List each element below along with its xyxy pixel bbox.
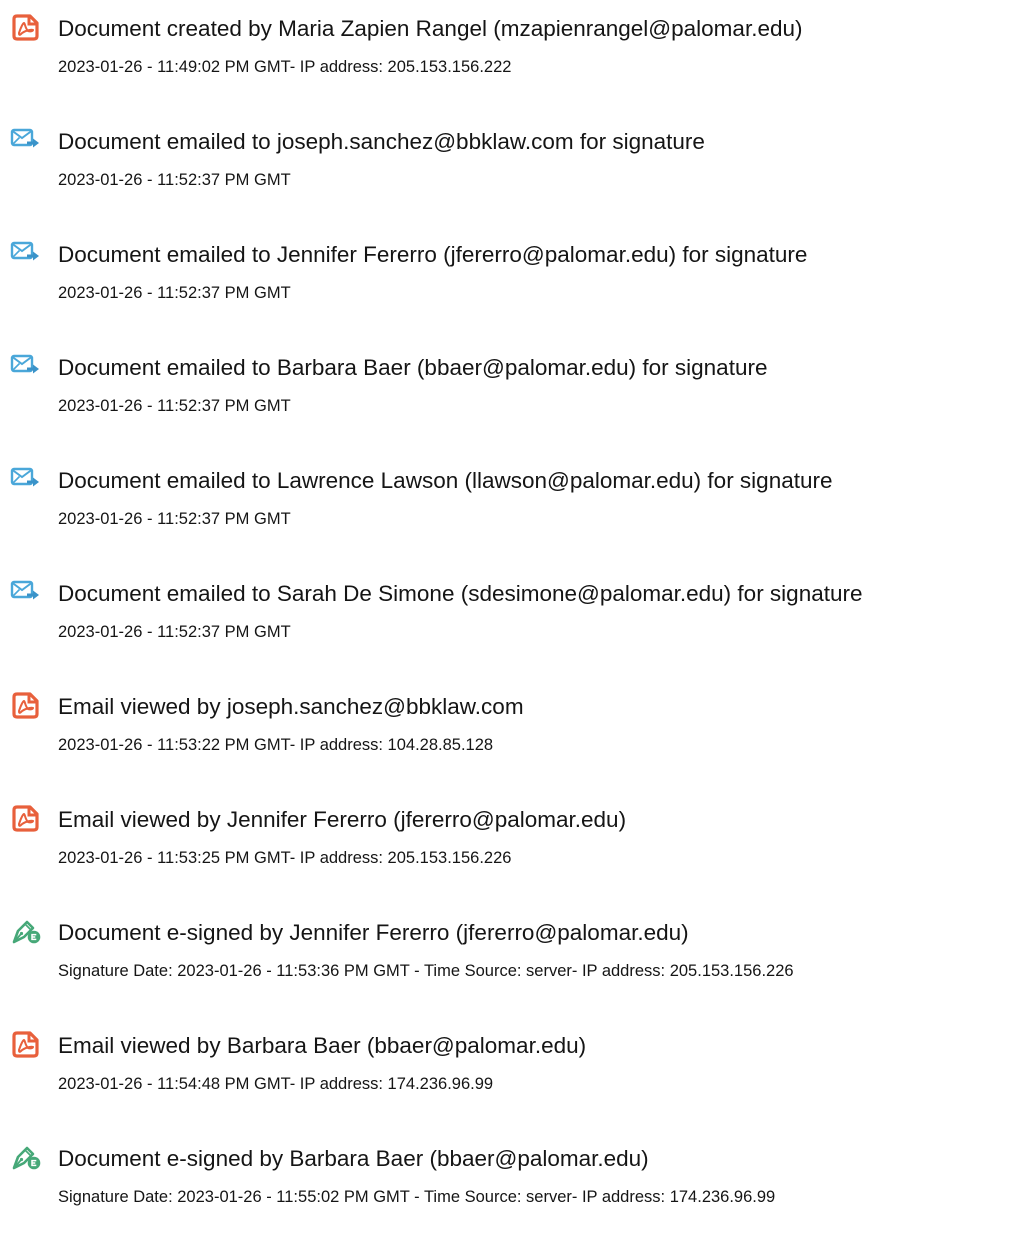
log-entry: Email viewed by Jennifer Fererro (jferer… [0, 804, 1010, 904]
acrobat-document-icon [10, 1030, 42, 1058]
log-entry: Email viewed by Barbara Baer (bbaer@palo… [0, 1030, 1010, 1130]
email-sent-icon [10, 578, 42, 604]
entry-title: Document e-signed by Barbara Baer (bbaer… [58, 1146, 649, 1171]
esign-pen-icon [10, 1143, 42, 1170]
log-entry: Document created by Maria Zapien Rangel … [0, 13, 1010, 113]
entry-timestamp: 2023-01-26 - 11:52:37 PM GMT [58, 171, 291, 189]
entry-title: Document emailed to Sarah De Simone (sde… [58, 581, 863, 606]
log-entry: Document emailed to joseph.sanchez@bbkla… [0, 126, 1010, 226]
email-sent-icon [10, 126, 42, 152]
log-entry: Email viewed by joseph.sanchez@bbklaw.co… [0, 691, 1010, 791]
entry-title: Document emailed to joseph.sanchez@bbkla… [58, 129, 705, 154]
entry-title: Document emailed to Lawrence Lawson (lla… [58, 468, 833, 493]
log-entry: Document emailed to Sarah De Simone (sde… [0, 578, 1010, 678]
log-entry: Document e-signed by Barbara Baer (bbaer… [0, 1143, 1010, 1243]
log-entry: Document e-signed by Jennifer Fererro (j… [0, 917, 1010, 1017]
esign-pen-icon [10, 917, 42, 944]
email-sent-icon [10, 239, 42, 265]
entry-timestamp: 2023-01-26 - 11:52:37 PM GMT [58, 623, 291, 641]
entry-signature-details: Signature Date: 2023-01-26 - 11:55:02 PM… [58, 1188, 776, 1206]
entry-title: Email viewed by Jennifer Fererro (jferer… [58, 807, 627, 832]
entry-title: Document emailed to Barbara Baer (bbaer@… [58, 355, 768, 380]
entry-title: Document e-signed by Jennifer Fererro (j… [58, 920, 689, 945]
entry-timestamp: 2023-01-26 - 11:49:02 PM GMT- IP address… [58, 58, 512, 76]
entry-title: Document created by Maria Zapien Rangel … [58, 16, 803, 41]
acrobat-document-icon [10, 691, 42, 719]
log-entry: Document emailed to Barbara Baer (bbaer@… [0, 352, 1010, 452]
email-sent-icon [10, 465, 42, 491]
log-entry: Document emailed to Lawrence Lawson (lla… [0, 465, 1010, 565]
entry-title: Email viewed by joseph.sanchez@bbklaw.co… [58, 694, 524, 719]
acrobat-document-icon [10, 13, 42, 41]
entry-timestamp: 2023-01-26 - 11:54:48 PM GMT- IP address… [58, 1075, 494, 1093]
entry-timestamp: 2023-01-26 - 11:52:37 PM GMT [58, 284, 291, 302]
entry-timestamp: 2023-01-26 - 11:53:22 PM GMT- IP address… [58, 736, 494, 754]
entry-title: Email viewed by Barbara Baer (bbaer@palo… [58, 1033, 587, 1058]
log-entry: Document emailed to Jennifer Fererro (jf… [0, 239, 1010, 339]
entry-timestamp: 2023-01-26 - 11:52:37 PM GMT [58, 397, 291, 415]
audit-log: Document created by Maria Zapien Rangel … [0, 0, 1010, 1224]
entry-timestamp: 2023-01-26 - 11:53:25 PM GMT- IP address… [58, 849, 512, 867]
acrobat-document-icon [10, 804, 42, 832]
entry-title: Document emailed to Jennifer Fererro (jf… [58, 242, 808, 267]
entry-signature-details: Signature Date: 2023-01-26 - 11:53:36 PM… [58, 962, 794, 980]
entry-timestamp: 2023-01-26 - 11:52:37 PM GMT [58, 510, 291, 528]
email-sent-icon [10, 352, 42, 378]
